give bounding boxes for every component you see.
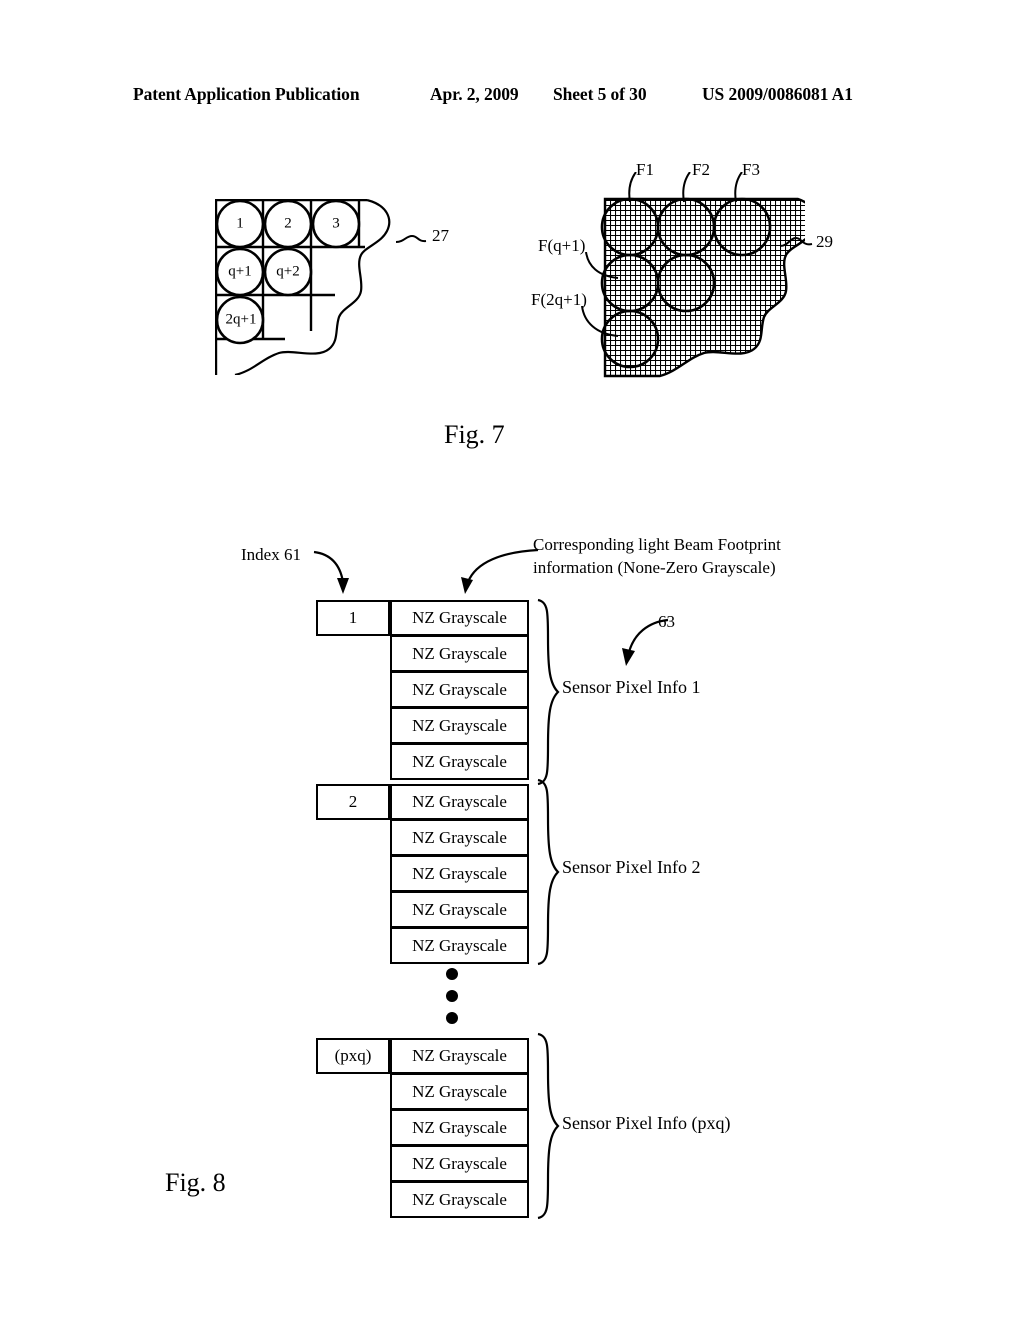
fig8-nz-cell[interactable]: NZ Grayscale (390, 892, 529, 928)
ellipsis-dot (446, 968, 458, 980)
fig8-nz-cell[interactable]: NZ Grayscale (390, 1110, 529, 1146)
fig7-reference-27: 27 (432, 226, 449, 245)
fig7-beam-label-f2: F2 (692, 160, 710, 179)
table-row[interactable]: NZ Grayscale (316, 1146, 529, 1182)
fig8-nz-cell[interactable]: NZ Grayscale (390, 672, 529, 708)
figure-8: Index 61 Corresponding light Beam Footpr… (0, 0, 1024, 1320)
header-patent-number: US 2009/0086081 A1 (702, 84, 853, 104)
fig7-footprint-region (600, 197, 805, 378)
fig7-leader-27 (396, 234, 427, 243)
fig8-index-cell-1[interactable]: 1 (316, 600, 390, 636)
fig8-nz-cell[interactable]: NZ Grayscale (390, 1182, 529, 1218)
table-row[interactable]: NZ Grayscale (316, 856, 529, 892)
fig7-circle-label-q2: q+2 (276, 263, 300, 280)
table-row[interactable]: NZ Grayscale (316, 636, 529, 672)
fig8-brace-1 (537, 598, 560, 786)
page-header: Patent Application Publication Apr. 2, 2… (0, 84, 1024, 110)
fig8-brace-2 (537, 778, 560, 966)
fig7-circle-label-3: 3 (332, 215, 340, 232)
fig8-vertical-ellipsis (446, 968, 462, 1028)
fig8-ellipsis-gap (316, 964, 529, 1038)
fig8-nz-cell[interactable]: NZ Grayscale (390, 1074, 529, 1110)
fig8-nz-cell[interactable]: NZ Grayscale (390, 636, 529, 672)
fig8-index-annotation: Index 61 (241, 545, 301, 564)
table-row[interactable]: NZ Grayscale (316, 1182, 529, 1218)
fig7-grid-svg (215, 199, 391, 375)
fig8-index-cell-pxq[interactable]: (pxq) (316, 1038, 390, 1074)
table-row[interactable]: (pxq) NZ Grayscale (316, 1038, 529, 1074)
fig7-circle-label-q1: q+1 (228, 263, 252, 280)
fig8-nz-cell[interactable]: NZ Grayscale (390, 856, 529, 892)
fig8-index-arrow (313, 550, 349, 594)
fig7-beam-label-fq1: F(q+1) (538, 236, 586, 255)
table-row[interactable]: 1 NZ Grayscale (316, 600, 529, 636)
fig8-brace-label-1: Sensor Pixel Info 1 (562, 677, 701, 697)
fig7-beam-label-f1: F1 (636, 160, 654, 179)
table-row[interactable]: NZ Grayscale (316, 672, 529, 708)
header-publication-title: Patent Application Publication (133, 84, 360, 104)
fig7-leader-f2q1 (581, 306, 619, 337)
fig7-leader-29 (780, 236, 813, 247)
figure-7-caption: Fig. 7 (444, 420, 505, 449)
figure-8-caption: Fig. 8 (165, 1168, 226, 1197)
fig8-group-1: 1 NZ Grayscale NZ Grayscale NZ Grayscale… (316, 600, 529, 780)
fig8-nz-cell[interactable]: NZ Grayscale (390, 600, 529, 636)
ellipsis-dot (446, 990, 458, 1002)
fig8-nz-cell[interactable]: NZ Grayscale (390, 1146, 529, 1182)
fig8-index-cell-2[interactable]: 2 (316, 784, 390, 820)
fig7-beam-label-f3: F3 (742, 160, 760, 179)
header-date: Apr. 2, 2009 (430, 84, 519, 104)
table-row[interactable]: NZ Grayscale (316, 892, 529, 928)
fig8-nz-cell[interactable]: NZ Grayscale (390, 784, 529, 820)
fig8-footprint-arrow (461, 548, 539, 594)
fig7-reference-29: 29 (816, 232, 833, 251)
fig8-brace-3 (537, 1032, 560, 1220)
fig8-group-2: 2 NZ Grayscale NZ Grayscale NZ Grayscale… (316, 784, 529, 964)
fig8-nz-cell[interactable]: NZ Grayscale (390, 744, 529, 780)
fig8-footprint-annotation: Corresponding light Beam Footprint infor… (533, 535, 781, 577)
fig8-brace-label-3: Sensor Pixel Info (pxq) (562, 1113, 731, 1133)
fig8-nz-cell[interactable]: NZ Grayscale (390, 1038, 529, 1074)
fig8-reference-63: 63 (658, 612, 675, 631)
fig8-nz-cell[interactable]: NZ Grayscale (390, 708, 529, 744)
table-row[interactable]: NZ Grayscale (316, 744, 529, 780)
ellipsis-dot (446, 1012, 458, 1024)
fig8-nz-cell[interactable]: NZ Grayscale (390, 928, 529, 964)
fig8-data-table: 1 NZ Grayscale NZ Grayscale NZ Grayscale… (316, 600, 529, 1218)
fig7-circle-label-2: 2 (284, 215, 292, 232)
fig7-sensor-pixel-grid: 1 2 3 q+1 q+2 2q+1 (215, 199, 407, 375)
fig7-circle-label-2q1: 2q+1 (225, 311, 257, 328)
fig7-beam-label-f2q1: F(2q+1) (531, 290, 587, 309)
fig7-leader-fq1 (585, 252, 619, 279)
table-row[interactable]: NZ Grayscale (316, 820, 529, 856)
fig8-brace-label-2: Sensor Pixel Info 2 (562, 857, 701, 877)
fig8-group-3: (pxq) NZ Grayscale NZ Grayscale NZ Grays… (316, 1038, 529, 1218)
table-row[interactable]: NZ Grayscale (316, 1110, 529, 1146)
table-row[interactable]: 2 NZ Grayscale (316, 784, 529, 820)
table-row[interactable]: NZ Grayscale (316, 928, 529, 964)
table-row[interactable]: NZ Grayscale (316, 1074, 529, 1110)
table-row[interactable]: NZ Grayscale (316, 708, 529, 744)
fig8-nz-cell[interactable]: NZ Grayscale (390, 820, 529, 856)
fig7-circle-label-1: 1 (236, 215, 244, 232)
header-sheet-number: Sheet 5 of 30 (553, 84, 647, 104)
